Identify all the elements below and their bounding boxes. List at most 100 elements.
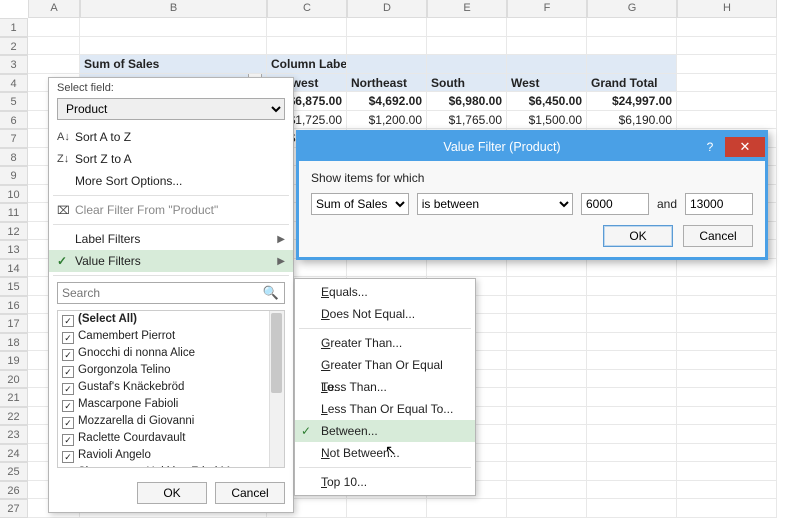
cell[interactable]: [677, 296, 777, 315]
row-header[interactable]: 11: [0, 203, 28, 222]
cell[interactable]: [267, 37, 347, 56]
row-header[interactable]: 25: [0, 462, 28, 481]
cell[interactable]: [677, 314, 777, 333]
close-button[interactable]: ✕: [725, 137, 765, 157]
cell[interactable]: [677, 481, 777, 500]
row-header[interactable]: 14: [0, 259, 28, 278]
filter-value-1[interactable]: [581, 193, 649, 215]
cell[interactable]: [28, 18, 80, 37]
checkbox-icon[interactable]: ✓: [62, 434, 74, 446]
checkbox-icon[interactable]: ✓: [62, 315, 74, 327]
cell[interactable]: [507, 259, 587, 278]
cell[interactable]: [427, 18, 507, 37]
checkbox-icon[interactable]: ✓: [62, 332, 74, 344]
cell[interactable]: [507, 444, 587, 463]
filter-search-input[interactable]: [57, 282, 285, 304]
cell[interactable]: [677, 37, 777, 56]
cell[interactable]: [347, 18, 427, 37]
row-header[interactable]: 2: [0, 37, 28, 56]
filter-list-item[interactable]: ✓Gorgonzola Telino: [58, 362, 284, 379]
cell[interactable]: [507, 18, 587, 37]
row-header[interactable]: 20: [0, 370, 28, 389]
cell[interactable]: [507, 333, 587, 352]
cell[interactable]: Northeast: [347, 74, 427, 93]
row-header[interactable]: 6: [0, 111, 28, 130]
clear-filter[interactable]: ⌧Clear Filter From "Product": [49, 199, 293, 221]
cell[interactable]: $1,500.00: [507, 111, 587, 130]
cell[interactable]: [587, 37, 677, 56]
cell[interactable]: [677, 444, 777, 463]
cell[interactable]: [587, 296, 677, 315]
cell[interactable]: [347, 37, 427, 56]
cell[interactable]: [677, 74, 777, 93]
filter-field-select[interactable]: Sum of Sales: [311, 193, 409, 215]
submenu-item[interactable]: Does Not Equal...: [295, 303, 475, 325]
filter-list-item[interactable]: ✓Raclette Courdavault: [58, 430, 284, 447]
checkbox-icon[interactable]: ✓: [62, 451, 74, 463]
cell[interactable]: [587, 444, 677, 463]
cell[interactable]: [587, 425, 677, 444]
filter-list-item[interactable]: ✓(Select All): [58, 311, 284, 328]
cell[interactable]: [507, 407, 587, 426]
submenu-item[interactable]: Less Than Or Equal To...: [295, 398, 475, 420]
filter-list-item[interactable]: ✓Camembert Pierrot: [58, 328, 284, 345]
cell[interactable]: [677, 388, 777, 407]
row-header[interactable]: 26: [0, 481, 28, 500]
label-filters[interactable]: Label Filters▶: [49, 228, 293, 250]
col-header[interactable]: B: [80, 0, 267, 18]
cell[interactable]: [28, 55, 80, 74]
col-header[interactable]: F: [507, 0, 587, 18]
filter-list-item[interactable]: ✓Singaporean Hokkien Fried Mee: [58, 464, 284, 468]
filter-list-item[interactable]: ✓Ravioli Angelo: [58, 447, 284, 464]
dialog-cancel-button[interactable]: Cancel: [683, 225, 753, 247]
checkbox-icon[interactable]: ✓: [62, 417, 74, 429]
checkbox-icon[interactable]: ✓: [62, 349, 74, 361]
cell[interactable]: [587, 18, 677, 37]
cell[interactable]: [587, 277, 677, 296]
row-header[interactable]: 18: [0, 333, 28, 352]
cell[interactable]: [677, 351, 777, 370]
submenu-item[interactable]: Less Than...: [295, 376, 475, 398]
cell[interactable]: [677, 92, 777, 111]
cell[interactable]: [80, 18, 267, 37]
cell[interactable]: [587, 370, 677, 389]
checkbox-icon[interactable]: ✓: [62, 383, 74, 395]
cell[interactable]: [507, 370, 587, 389]
submenu-item[interactable]: Greater Than...: [295, 332, 475, 354]
cell[interactable]: $6,450.00: [507, 92, 587, 111]
value-filters[interactable]: ✓Value Filters▶: [49, 250, 293, 272]
row-header[interactable]: 7: [0, 129, 28, 148]
sort-a-to-z[interactable]: A↓Sort A to Z: [49, 126, 293, 148]
cell[interactable]: [587, 481, 677, 500]
cell[interactable]: $24,997.00: [587, 92, 677, 111]
cell[interactable]: [80, 37, 267, 56]
row-header[interactable]: 4: [0, 74, 28, 93]
dialog-ok-button[interactable]: OK: [603, 225, 673, 247]
row-header[interactable]: 27: [0, 499, 28, 518]
cell[interactable]: [587, 462, 677, 481]
cell[interactable]: [677, 277, 777, 296]
cell[interactable]: [347, 259, 427, 278]
row-header[interactable]: 19: [0, 351, 28, 370]
row-header[interactable]: 17: [0, 314, 28, 333]
cell[interactable]: [677, 407, 777, 426]
row-header[interactable]: 9: [0, 166, 28, 185]
cell[interactable]: [507, 277, 587, 296]
row-header[interactable]: 13: [0, 240, 28, 259]
cell[interactable]: [677, 370, 777, 389]
cell[interactable]: [677, 462, 777, 481]
cell[interactable]: [587, 351, 677, 370]
cell[interactable]: [587, 407, 677, 426]
row-header[interactable]: 24: [0, 444, 28, 463]
cell[interactable]: [28, 37, 80, 56]
submenu-item[interactable]: Not Between...: [295, 442, 475, 464]
cell[interactable]: [267, 18, 347, 37]
cell[interactable]: $1,765.00: [427, 111, 507, 130]
cell[interactable]: West: [507, 74, 587, 93]
sort-z-to-a[interactable]: Z↓Sort Z to A: [49, 148, 293, 170]
cell[interactable]: $1,200.00: [347, 111, 427, 130]
cell[interactable]: [587, 259, 677, 278]
submenu-item[interactable]: Equals...: [295, 281, 475, 303]
cell[interactable]: [677, 111, 777, 130]
filter-list-item[interactable]: ✓Mozzarella di Giovanni: [58, 413, 284, 430]
